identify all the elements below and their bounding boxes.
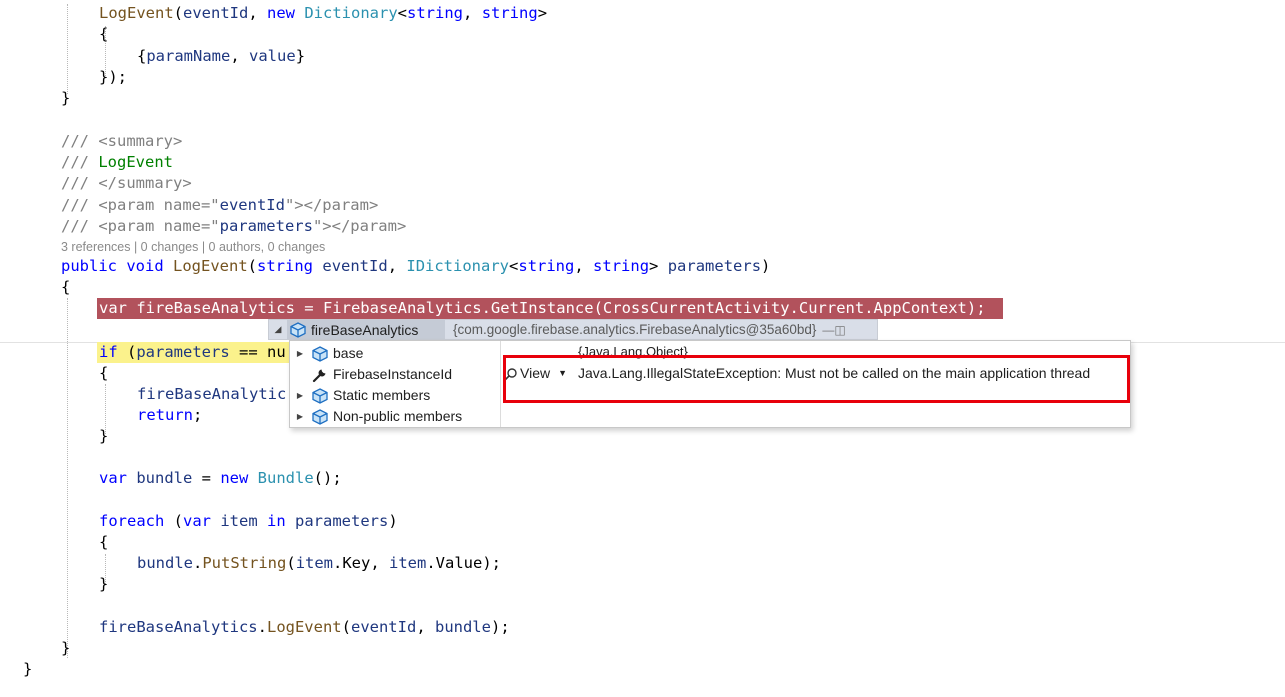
member-label: base	[333, 345, 364, 361]
datatip-name: fireBaseAnalytics	[311, 321, 419, 338]
code-line: }	[99, 427, 109, 445]
code-line: }	[23, 660, 33, 678]
code-line: fireBaseAnalytic	[137, 385, 287, 403]
code-line: {	[99, 533, 109, 551]
indent-guide	[67, 4, 68, 94]
code-line: {paramName, value}	[137, 47, 306, 65]
code-line: var bundle = new Bundle();	[99, 469, 342, 487]
wrench-icon	[312, 369, 326, 382]
code-line: }	[99, 575, 109, 593]
method-signature: public void LogEvent(string eventId, IDi…	[61, 257, 771, 275]
doc-comment: /// </summary>	[61, 174, 192, 192]
non-public-members-icon	[312, 408, 328, 425]
datatip-name-cell[interactable]: fireBaseAnalytics	[287, 320, 445, 339]
member-row[interactable]: ▶ base	[290, 343, 363, 364]
current-statement[interactable]: if (parameters == nu	[99, 342, 286, 363]
codelens[interactable]: 3 references | 0 changes | 0 authors, 0 …	[61, 238, 325, 256]
code-line: bundle.PutString(item.Key, item.Value);	[137, 554, 501, 572]
static-members-icon	[312, 387, 328, 404]
code-line: {	[99, 364, 109, 382]
member-label: Static members	[333, 387, 431, 403]
code-line: }	[61, 89, 71, 107]
exception-callout-box	[503, 355, 1130, 403]
member-label: FirebaseInstanceId	[333, 366, 453, 382]
collapse-arrow-icon[interactable]: ◢	[269, 324, 287, 335]
code-line: }	[61, 639, 71, 657]
code-line: {	[61, 278, 71, 296]
doc-comment: /// LogEvent	[61, 153, 173, 171]
object-cube-icon	[312, 345, 328, 362]
indent-guide	[67, 298, 68, 658]
code-line: fireBaseAnalytics.LogEvent(eventId, bund…	[99, 618, 510, 636]
member-label: Non-public members	[333, 408, 463, 424]
code-line: foreach (var item in parameters)	[99, 512, 398, 530]
expand-arrow-icon[interactable]: ▶	[290, 406, 310, 427]
member-row[interactable]: ▶ Non-public members	[290, 406, 462, 427]
pin-icon[interactable]: —◫	[822, 323, 845, 337]
doc-comment: /// <summary>	[61, 132, 183, 150]
member-row[interactable]: FirebaseInstanceId	[290, 364, 452, 385]
code-line: return;	[137, 406, 203, 424]
doc-comment: /// <param name="parameters"></param>	[61, 217, 407, 235]
datatip-header[interactable]: ◢ fireBaseAnalytics {com.google.firebase…	[268, 319, 878, 340]
code-line: {	[99, 25, 109, 43]
expand-arrow-icon[interactable]: ▶	[290, 343, 310, 364]
doc-comment: /// <param name="eventId"></param>	[61, 196, 379, 214]
expand-arrow-icon[interactable]: ▶	[290, 385, 310, 406]
datatip-value: {com.google.firebase.analytics.FirebaseA…	[453, 322, 817, 337]
member-row[interactable]: ▶ Static members	[290, 385, 430, 406]
code-line: LogEvent(eventId, new Dictionary<string,…	[99, 4, 548, 22]
member-list: ▶ base FirebaseInstanceId ▶ Static membe…	[290, 341, 501, 427]
object-cube-icon	[290, 321, 306, 338]
code-line: });	[99, 68, 127, 86]
error-statement[interactable]: var fireBaseAnalytics = FirebaseAnalytic…	[99, 298, 986, 319]
